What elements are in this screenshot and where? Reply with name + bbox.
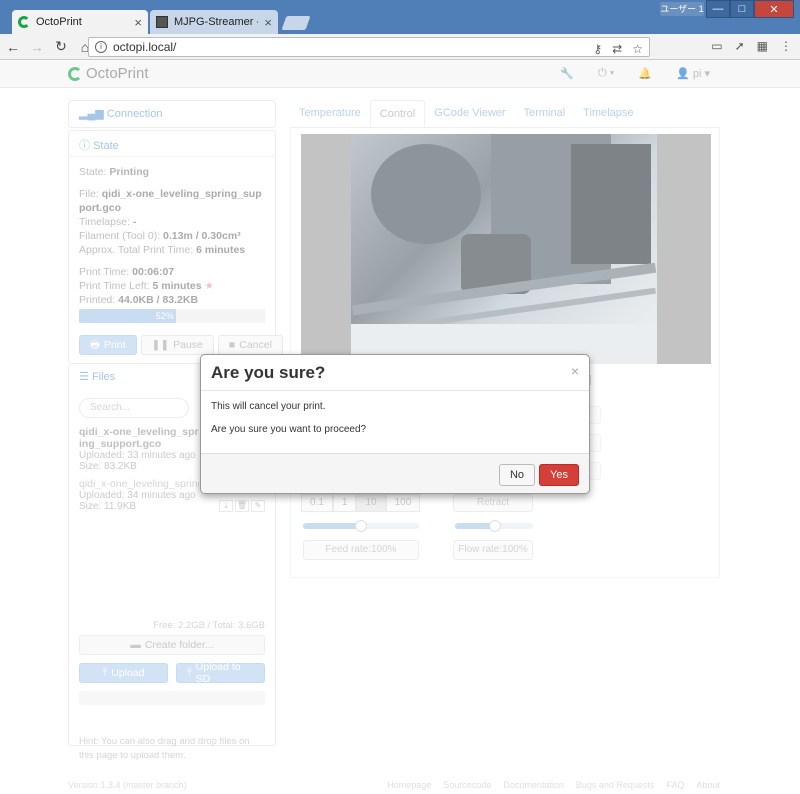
cast-icon[interactable]: ▭ <box>711 39 722 53</box>
close-icon[interactable]: × <box>571 363 579 379</box>
profile-badge[interactable]: ユーザー 1 <box>660 2 704 16</box>
minimize-button[interactable]: — <box>706 0 730 18</box>
octoprint-favicon-icon <box>18 16 30 28</box>
dialog-title: Are you sure? <box>211 363 326 382</box>
bookmark-star-icon[interactable]: ☆ <box>632 42 643 56</box>
forward-icon[interactable]: → <box>26 39 48 55</box>
translate-icon[interactable]: ⇄ <box>612 42 622 56</box>
close-tab-icon[interactable]: × <box>134 15 142 30</box>
dialog-body: This will cancel your print. Are you sur… <box>201 391 589 453</box>
dialog-header: Are you sure? × <box>201 355 589 391</box>
no-button[interactable]: No <box>498 463 536 486</box>
key-icon[interactable]: ⚷ <box>593 42 602 56</box>
mjpg-favicon-icon <box>156 16 168 28</box>
close-window-button[interactable]: ✕ <box>754 0 794 18</box>
close-tab-icon[interactable]: × <box>264 15 272 30</box>
window-controls: — □ ✕ <box>706 0 794 18</box>
extensions-bar: ▭ ➚ ▦ ⋮ <box>711 39 792 53</box>
browser-titlebar: OctoPrint × MJPG-Streamer - Strea × ユーザー… <box>0 0 800 34</box>
confirm-dialog: Are you sure? × This will cancel your pr… <box>200 354 590 494</box>
dialog-message: This will cancel your print. <box>211 401 326 412</box>
omnibox-actions: ⚷ ⇄ ☆ <box>593 42 643 56</box>
extension-icon[interactable]: ▦ <box>757 39 768 53</box>
menu-icon[interactable]: ⋮ <box>780 39 792 53</box>
tab-octoprint[interactable]: OctoPrint × <box>12 10 148 34</box>
address-bar[interactable]: i octopi.local/ ⚷ ⇄ ☆ <box>88 37 650 57</box>
tab-title: MJPG-Streamer - Strea <box>174 16 258 28</box>
maximize-button[interactable]: □ <box>730 0 754 18</box>
dialog-question: Are you sure you want to proceed? <box>211 424 367 435</box>
cursor-extension-icon[interactable]: ➚ <box>735 39 745 53</box>
yes-button[interactable]: Yes <box>539 463 579 486</box>
reload-icon[interactable]: ↻ <box>50 38 72 55</box>
back-icon[interactable]: ← <box>2 39 24 55</box>
url-text: octopi.local/ <box>113 40 177 54</box>
tab-mjpg-streamer[interactable]: MJPG-Streamer - Strea × <box>150 10 278 34</box>
new-tab-button[interactable] <box>281 16 311 30</box>
site-info-icon[interactable]: i <box>95 41 107 53</box>
dialog-footer: No Yes <box>201 453 589 493</box>
tab-title: OctoPrint <box>36 16 82 28</box>
browser-toolbar: ← → ↻ ⌂ i octopi.local/ ⚷ ⇄ ☆ ▭ ➚ ▦ ⋮ <box>0 34 800 60</box>
